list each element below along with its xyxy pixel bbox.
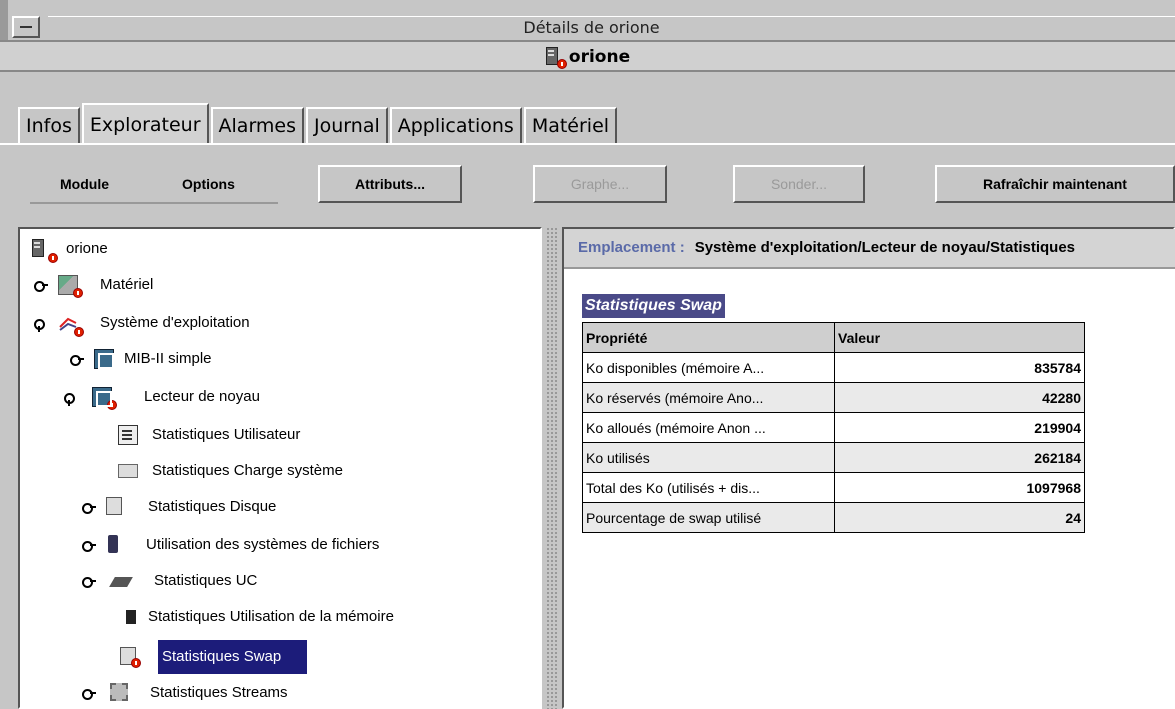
- tab-applications[interactable]: Applications: [389, 107, 522, 143]
- graph-button[interactable]: Graphe...: [533, 165, 667, 203]
- panel-splitter[interactable]: [546, 227, 558, 709]
- property-cell: Ko utilisés: [582, 442, 835, 473]
- tree-item-label: Système d'exploitation: [100, 314, 250, 331]
- tree-item-label: Statistiques Disque: [148, 498, 277, 515]
- expand-toggle-icon[interactable]: [70, 352, 84, 366]
- table-row[interactable]: Total des Ko (utilisés + dis... 1097968: [582, 472, 1085, 503]
- collapse-toggle-icon[interactable]: [34, 316, 48, 332]
- critical-value-cell: 262184: [834, 442, 1085, 473]
- expand-toggle-icon[interactable]: [82, 574, 96, 588]
- module-icon: [92, 387, 117, 410]
- menu-module[interactable]: Module: [60, 176, 109, 192]
- tree-item-label: Statistiques Utilisation de la mémoire: [148, 608, 394, 625]
- expand-toggle-icon[interactable]: [82, 538, 96, 552]
- property-cell: Ko disponibles (mémoire A...: [582, 352, 835, 383]
- menu-options[interactable]: Options: [182, 176, 235, 192]
- title-divider: [48, 16, 1175, 17]
- disk-icon: [106, 497, 122, 515]
- module-icon: [94, 349, 114, 369]
- expand-toggle-icon[interactable]: [82, 686, 96, 700]
- tree-item-label: Matériel: [100, 276, 154, 293]
- tree-item-label: orione: [66, 240, 108, 257]
- property-cell: Pourcentage de swap utilisé: [582, 502, 835, 533]
- property-cell: Total des Ko (utilisés + dis...: [582, 472, 835, 503]
- window-title-bar: Détails de orione: [0, 0, 1175, 40]
- tree-item-label: Statistiques Charge système: [152, 462, 343, 479]
- tab-bar: Infos Explorateur Alarmes Journal Applic…: [18, 103, 619, 143]
- filesystem-icon: [108, 535, 118, 553]
- memory-icon: [126, 610, 136, 624]
- attributes-button[interactable]: Attributs...: [318, 165, 462, 203]
- menu-bar: Module Options: [30, 170, 278, 204]
- tree-item-label: Statistiques UC: [154, 572, 258, 589]
- table-row[interactable]: Ko utilisés 262184: [582, 442, 1085, 473]
- tab-alarmes[interactable]: Alarmes: [210, 107, 305, 143]
- column-header-property[interactable]: Propriété: [582, 322, 835, 353]
- value-cell: 42280: [834, 382, 1085, 413]
- tab-journal[interactable]: Journal: [306, 107, 388, 143]
- location-path: Système d'exploitation/Lecteur de noyau/…: [694, 239, 1076, 256]
- tab-materiel[interactable]: Matériel: [523, 107, 618, 143]
- hardware-icon: [58, 275, 83, 298]
- os-icon: [58, 313, 84, 337]
- tab-infos[interactable]: Infos: [18, 107, 80, 143]
- tab-underline: [0, 143, 1175, 145]
- table-row[interactable]: Ko disponibles (mémoire A... 835784: [582, 352, 1085, 383]
- tree-item-label: Statistiques Utilisateur: [152, 426, 301, 443]
- tab-explorateur[interactable]: Explorateur: [81, 103, 209, 143]
- collapse-toggle-icon[interactable]: [64, 390, 78, 406]
- window-title: Détails de orione: [523, 18, 660, 37]
- swap-table-title: Statistiques Swap: [582, 294, 725, 318]
- value-cell: 219904: [834, 412, 1085, 443]
- table-row[interactable]: Ko réservés (mémoire Ano... 42280: [582, 382, 1085, 413]
- tree-item-label: MIB-II simple: [124, 350, 212, 367]
- tree-item-label: Utilisation des systèmes de fichiers: [146, 536, 380, 553]
- chip-icon: [110, 683, 128, 701]
- location-bar: Emplacement : Système d'exploitation/Lect…: [564, 229, 1175, 269]
- swap-disk-icon: [120, 647, 141, 668]
- probe-button[interactable]: Sonder...: [733, 165, 865, 203]
- tree-item-label: Lecteur de noyau: [144, 388, 260, 405]
- report-icon: [118, 425, 138, 445]
- location-label: Emplacement :: [578, 239, 685, 256]
- host-name: orione: [568, 47, 631, 67]
- host-title: orione: [0, 47, 1175, 69]
- server-alarm-icon: [545, 47, 567, 69]
- value-cell: 835784: [834, 352, 1085, 383]
- tree-item-label: Statistiques Swap: [158, 640, 308, 674]
- tree-item-label: Statistiques Streams: [150, 684, 288, 701]
- refresh-now-button[interactable]: Rafraîchir maintenant: [935, 165, 1175, 203]
- swap-properties-table: Propriété Valeur Ko disponibles (mémoire…: [582, 322, 1085, 533]
- host-header: orione: [0, 40, 1175, 72]
- table-row[interactable]: Pourcentage de swap utilisé 24: [582, 502, 1085, 533]
- column-header-value[interactable]: Valeur: [834, 322, 1085, 353]
- value-cell: 24: [834, 502, 1085, 533]
- property-cell: Ko alloués (mémoire Anon ...: [582, 412, 835, 443]
- expand-toggle-icon[interactable]: [82, 500, 96, 514]
- table-header-row: Propriété Valeur: [582, 322, 1085, 353]
- server-alarm-icon: [32, 239, 58, 263]
- table-row[interactable]: Ko alloués (mémoire Anon ... 219904: [582, 412, 1085, 443]
- value-cell: 1097968: [834, 472, 1085, 503]
- load-icon: [118, 464, 138, 478]
- property-cell: Ko réservés (mémoire Ano...: [582, 382, 835, 413]
- expand-toggle-icon[interactable]: [34, 278, 48, 292]
